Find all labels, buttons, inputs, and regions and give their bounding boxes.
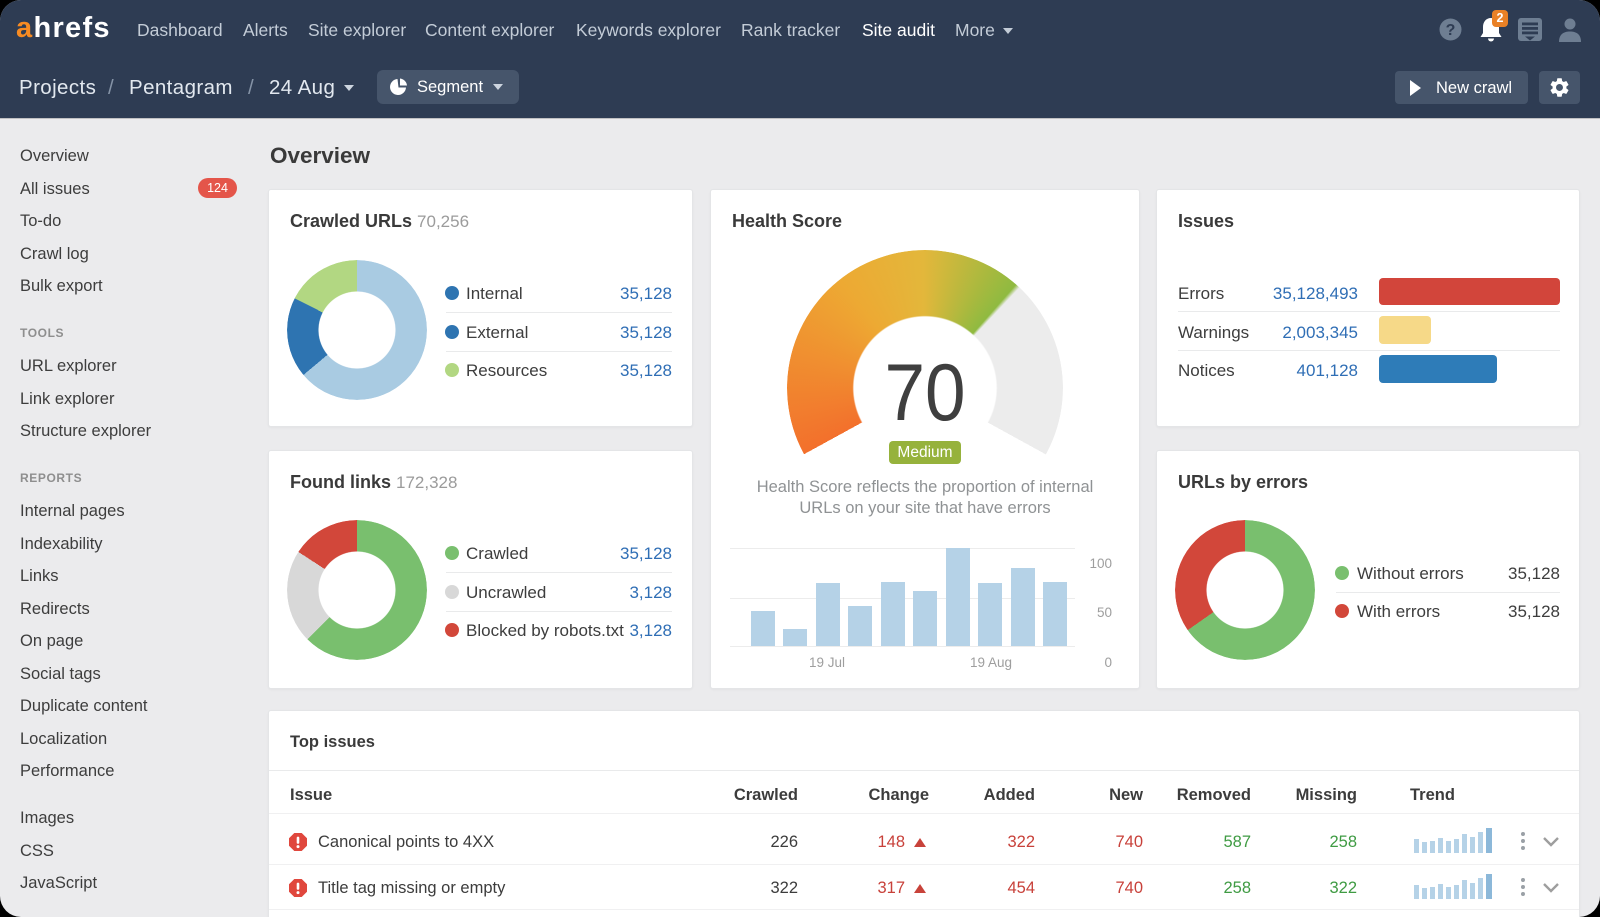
svg-text:?: ? (1446, 22, 1456, 39)
